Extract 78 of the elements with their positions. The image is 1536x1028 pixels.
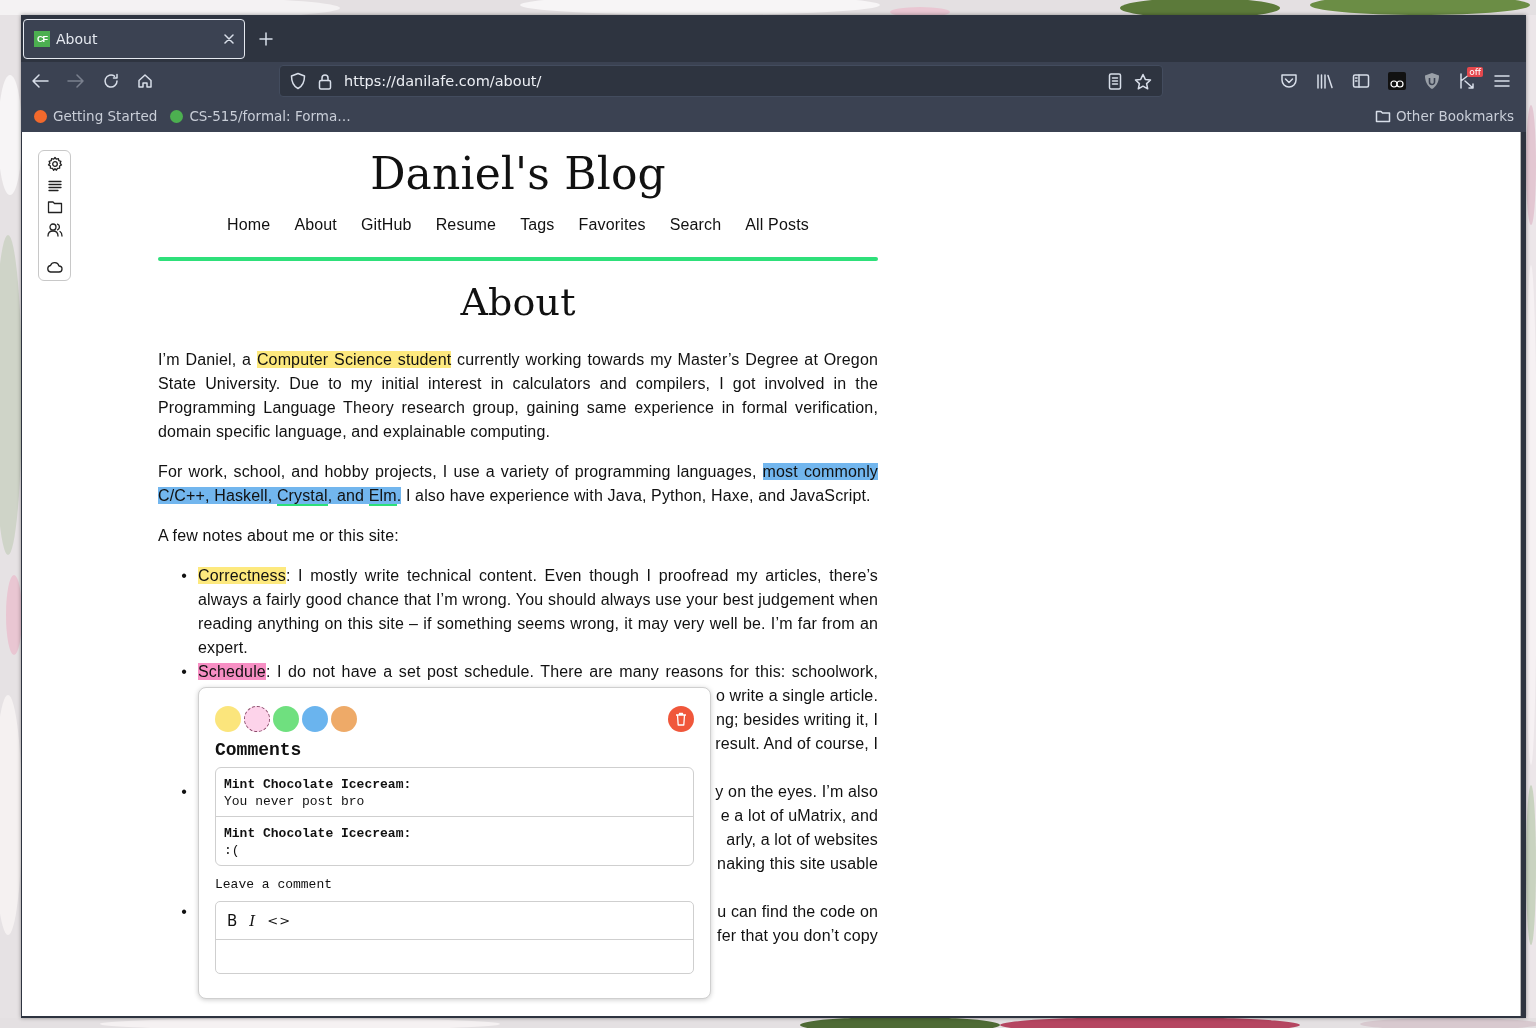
users-icon[interactable] xyxy=(46,222,63,237)
bookmark-icon xyxy=(33,108,48,124)
new-tab-icon[interactable] xyxy=(259,31,273,46)
reload-icon[interactable] xyxy=(103,73,119,89)
back-icon[interactable] xyxy=(31,73,49,89)
paragraph: I’m Daniel, a Computer Science student currently working towards my Master’s Degree at Oregon State University. Due to my initial interest in calculators and compilers, I got involved in the Programming Language Theory research group, gaining same experience in formal verification, domain specific language, and explainable computing. xyxy=(158,350,878,442)
folder-icon[interactable] xyxy=(46,200,63,214)
bookmark-icon xyxy=(169,108,185,124)
trash-icon xyxy=(675,712,687,726)
nav-link[interactable]: All Posts xyxy=(745,213,809,237)
text-fragment: y on the eyes. I’m also xyxy=(715,782,878,802)
color-swatch[interactable] xyxy=(273,706,299,732)
nav-link[interactable]: Search xyxy=(669,213,722,237)
bookmark-folder[interactable]: Other Bookmarks xyxy=(1374,108,1514,124)
browser-tab[interactable]: CF About xyxy=(23,18,245,59)
delete-button[interactable] xyxy=(668,706,694,732)
reader-view-icon[interactable] xyxy=(1108,72,1122,90)
list-text: Schedule: I do not have a set post schedule. There are many reasons for this: schoolwork, xyxy=(198,662,878,682)
bullet: • xyxy=(180,782,188,802)
nav-link[interactable]: Resume xyxy=(435,213,497,237)
tab-title: About xyxy=(56,30,99,47)
text-fragment: ng; besides writing it, I xyxy=(715,710,878,730)
lock-icon[interactable] xyxy=(318,72,332,90)
library-icon[interactable] xyxy=(1316,73,1334,89)
mask-icon[interactable] xyxy=(1388,72,1406,90)
comment-label: Leave a comment xyxy=(215,876,334,893)
sidebar-icon[interactable] xyxy=(1352,73,1370,89)
bullet: • xyxy=(180,566,188,586)
text-fragment: arly, a lot of websites xyxy=(726,830,878,850)
address-bar[interactable]: https://danilafe.com/about/ xyxy=(279,65,1163,97)
text-fragment: result. And of course, I xyxy=(715,734,878,754)
color-swatch[interactable] xyxy=(244,706,270,732)
bullet: • xyxy=(180,902,188,922)
text-fragment: fer that you don’t copy xyxy=(717,926,878,946)
shield-icon[interactable] xyxy=(1424,72,1440,90)
star-icon[interactable] xyxy=(1134,72,1152,90)
page-heading: About xyxy=(459,279,577,326)
comments-title: Comments xyxy=(215,739,303,762)
nav-link[interactable]: About xyxy=(294,213,337,237)
menu-icon[interactable] xyxy=(1494,74,1510,88)
nav-link[interactable]: Home xyxy=(227,213,271,237)
comment-text: You never post bro xyxy=(224,793,366,810)
pocket-icon[interactable] xyxy=(1280,73,1298,89)
text-lines-icon[interactable] xyxy=(47,180,62,192)
nav-link[interactable]: Favorites xyxy=(578,213,646,237)
format-button[interactable]: I xyxy=(247,911,258,930)
comment-field[interactable]: B I <> xyxy=(215,901,694,974)
home-icon[interactable] xyxy=(137,73,153,89)
bookmark-item[interactable]: Getting Started xyxy=(33,108,158,124)
bookmark-item[interactable]: CS-515/formal: Forma… xyxy=(169,108,351,124)
text-fragment: naking this site usable xyxy=(717,854,878,874)
cloud-icon[interactable] xyxy=(46,261,63,273)
color-swatch[interactable] xyxy=(302,706,328,732)
comment-author: Mint Chocolate Icecream: xyxy=(224,776,413,793)
list-text: Correctness: I mostly write technical content. Even though I proofread my articles, there’s always a fairly good chance that I’m wrong. You should always use your best judgement when reading anything on this site – if something seems wrong, it may very well be. I’m far from an expert. xyxy=(198,566,878,658)
text-fragment: o write a single article. xyxy=(715,686,878,706)
color-swatch[interactable] xyxy=(215,706,241,732)
comment-text: :( xyxy=(224,842,241,859)
close-icon[interactable] xyxy=(224,33,234,44)
nav-link[interactable]: GitHub xyxy=(360,213,412,237)
settings-icon[interactable] xyxy=(46,156,63,172)
format-button[interactable]: B xyxy=(225,911,240,930)
bullet: • xyxy=(180,662,188,682)
color-swatch[interactable] xyxy=(331,706,357,732)
format-button[interactable]: <> xyxy=(265,913,294,928)
text-link[interactable]: Crystal xyxy=(276,487,328,506)
paragraph: For work, school, and hobby projects, I use a variety of programming languages, most commonly C/C++, Haskell, Crystal, and Elm. I also have experience with Java, Python, Haxe, and JavaScript. xyxy=(158,462,878,508)
shield-icon[interactable] xyxy=(290,72,306,90)
text-fragment: e a lot of uMatrix, and xyxy=(720,806,878,826)
paragraph: A few notes about me or this site: xyxy=(158,526,400,546)
folder-icon xyxy=(1374,109,1391,123)
text-link[interactable]: Elm xyxy=(368,487,397,506)
favicon-icon: CF xyxy=(34,30,50,47)
nav-link[interactable]: Tags xyxy=(520,213,555,237)
extension-badge: off xyxy=(1467,67,1483,77)
blog-title: Daniel's Blog xyxy=(369,147,667,201)
comment-author: Mint Chocolate Icecream: xyxy=(224,825,413,842)
text-fragment: u can find the code on xyxy=(717,902,878,922)
